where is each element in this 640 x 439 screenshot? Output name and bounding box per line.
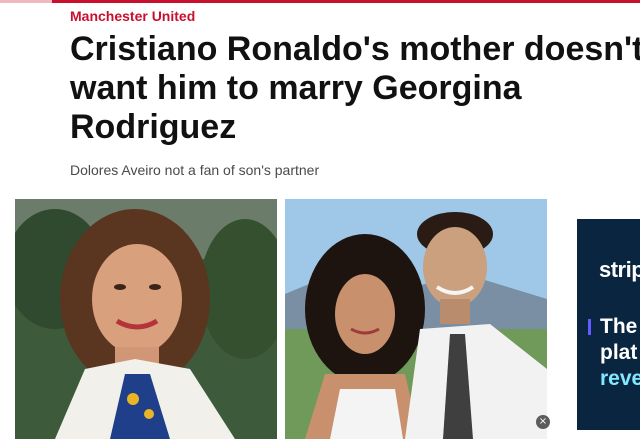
- article-headline: Cristiano Ronaldo's mother doesn't want h…: [70, 30, 640, 146]
- ad-accent-bar: [588, 319, 591, 335]
- ad-text-line-3: reve: [600, 367, 640, 390]
- article-subheadline: Dolores Aveiro not a fan of son's partne…: [70, 162, 320, 178]
- close-icon[interactable]: ×: [536, 415, 550, 429]
- ad-text-line-2: plat: [600, 341, 638, 364]
- photo-couple: [285, 199, 547, 439]
- photo-mother: [15, 199, 277, 439]
- ad-text-line-1: The: [600, 315, 638, 338]
- top-accent-bar-light: [0, 0, 52, 3]
- ad-brand-logo: strip: [599, 257, 640, 282]
- top-accent-bar: [0, 0, 640, 3]
- article-category[interactable]: Manchester United: [70, 8, 195, 24]
- ad-banner[interactable]: strip The plat reve: [577, 219, 640, 430]
